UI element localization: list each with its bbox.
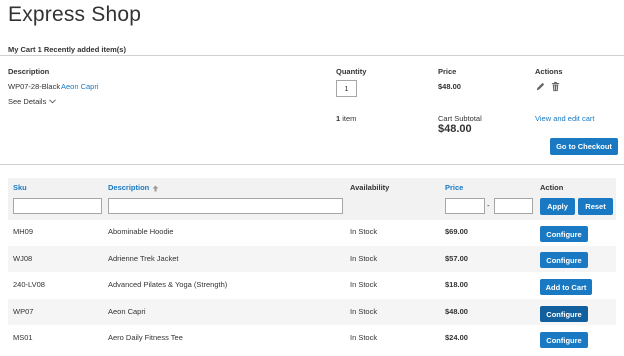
price-to-filter-input[interactable]: [494, 198, 533, 214]
row-name: Advanced Pilates & Yoga (Strength): [108, 280, 228, 289]
row-name: Abominable Hoodie: [108, 227, 174, 236]
row-availability: In Stock: [350, 333, 378, 342]
row-price: $18.00: [445, 280, 468, 289]
cart-section-divider: [0, 164, 624, 165]
row-sku: WP07: [13, 307, 34, 316]
row-availability: In Stock: [350, 307, 378, 316]
row-sku: MH09: [13, 227, 34, 236]
cart-item-sku: WP07-28-Black: [8, 82, 61, 91]
row-price: $69.00: [445, 227, 468, 236]
row-price: $57.00: [445, 254, 468, 263]
apply-filter-button[interactable]: Apply: [540, 198, 575, 215]
table-row: [8, 325, 616, 351]
configure-button[interactable]: Configure: [540, 226, 588, 242]
add-to-cart-button[interactable]: Add to Cart: [540, 279, 592, 295]
cart-col-price: Price: [438, 67, 457, 76]
cart-subtotal-label: Cart Subtotal: [438, 114, 482, 123]
row-sku: MS01: [13, 333, 33, 342]
see-details-toggle[interactable]: See Details: [8, 97, 57, 106]
cart-item-qty-input[interactable]: [336, 80, 357, 97]
configure-button[interactable]: Configure: [540, 306, 588, 322]
cart-item-price: $48.00: [438, 82, 461, 91]
grid-col-sku[interactable]: Sku: [13, 183, 27, 192]
configure-button[interactable]: Configure: [540, 252, 588, 268]
table-row: [8, 246, 616, 272]
grid-col-price[interactable]: Price: [445, 183, 463, 192]
table-row: [8, 299, 616, 325]
cart-item-name-link[interactable]: Aeon Capri: [61, 82, 99, 91]
price-range-separator: -: [487, 201, 490, 210]
row-name: Aero Daily Fitness Tee: [108, 333, 183, 342]
row-name: Adrienne Trek Jacket: [108, 254, 179, 263]
row-availability: In Stock: [350, 227, 378, 236]
grid-col-description-label: Description: [108, 183, 150, 192]
cart-items-count: 1 item: [336, 114, 356, 123]
sort-up-icon: [152, 185, 159, 192]
row-price: $24.00: [445, 333, 468, 342]
row-sku: 240-LV08: [13, 280, 45, 289]
trash-icon[interactable]: [550, 81, 561, 92]
reset-filter-button[interactable]: Reset: [578, 198, 613, 215]
sku-filter-input[interactable]: [13, 198, 102, 214]
table-row: [8, 272, 616, 298]
cart-col-description: Description: [8, 67, 50, 76]
grid-col-availability: Availability: [350, 183, 390, 192]
cart-col-actions: Actions: [535, 67, 563, 76]
cart-heading-divider: [0, 55, 624, 56]
cart-items-count-number: 1: [336, 114, 341, 123]
pencil-icon[interactable]: [535, 81, 546, 92]
cart-subtotal-value: $48.00: [438, 123, 472, 135]
price-from-filter-input[interactable]: [445, 198, 485, 214]
description-filter-input[interactable]: [108, 198, 343, 214]
view-edit-cart-link[interactable]: View and edit cart: [535, 114, 594, 123]
go-to-checkout-button[interactable]: Go to Checkout: [550, 138, 618, 155]
row-name: Aeon Capri: [108, 307, 146, 316]
row-availability: In Stock: [350, 254, 378, 263]
row-sku: WJ08: [13, 254, 33, 263]
cart-heading: My Cart 1 Recently added item(s): [8, 45, 126, 54]
see-details-label: See Details: [8, 97, 47, 106]
cart-col-quantity: Quantity: [336, 67, 367, 76]
chevron-down-icon: [49, 99, 57, 104]
cart-items-count-label: item: [342, 114, 357, 123]
row-availability: In Stock: [350, 280, 378, 289]
grid-col-action: Action: [540, 183, 564, 192]
configure-button[interactable]: Configure: [540, 332, 588, 348]
page-title: Express Shop: [8, 3, 142, 26]
grid-col-description[interactable]: Description: [108, 183, 159, 192]
table-row: [8, 220, 616, 246]
row-price: $48.00: [445, 307, 468, 316]
